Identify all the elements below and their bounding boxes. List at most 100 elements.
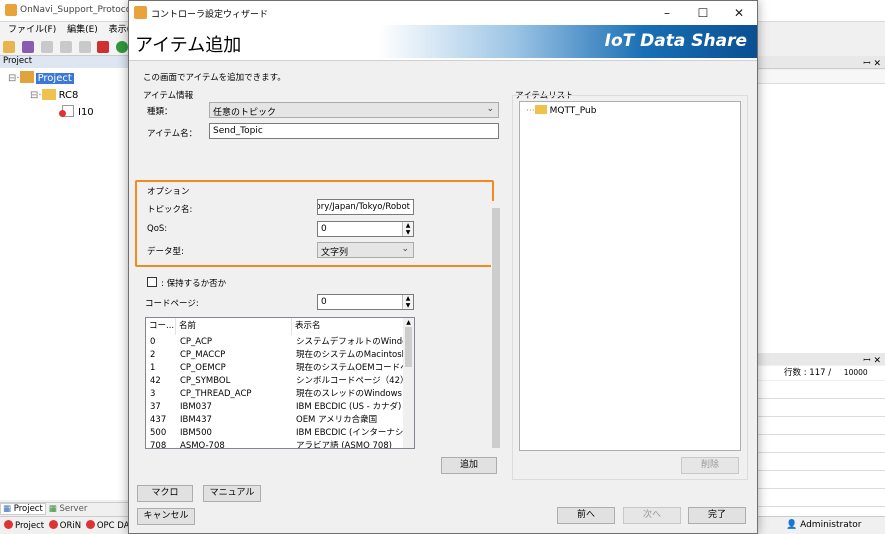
display-name-cell: IBM EBCDIC (US - カナダ) xyxy=(296,402,402,412)
panel-pin-close-icons[interactable]: ꟷ ✕ xyxy=(758,56,885,69)
options-scroll-thumb[interactable] xyxy=(492,208,500,448)
tree-node-i10[interactable]: I10 xyxy=(59,105,94,118)
table-row[interactable]: 2 CP_MACCP 現在のシステムのMacintoshコ xyxy=(146,349,404,362)
status-error-icon xyxy=(48,520,58,529)
topic-name-input[interactable]: ory/Japan/Tokyo/Robot xyxy=(317,199,414,215)
paste-icon[interactable] xyxy=(59,41,72,53)
app-toolbar xyxy=(0,38,140,56)
panel2-pin-close-icons[interactable]: ꟷ ✕ xyxy=(758,353,885,366)
menu-file[interactable]: ファイル(F) xyxy=(8,25,56,35)
display-name-cell: 現在のシステムのMacintoshコ xyxy=(296,350,404,360)
folder-icon xyxy=(41,89,56,100)
controller-wizard-dialog: コントローラ設定ウィザード – ☐ ✕ IoT Data Share アイテム追… xyxy=(128,0,758,534)
code-cell: 3 xyxy=(150,389,156,399)
codepage-stepper[interactable]: 0 ▲ ▼ xyxy=(317,294,414,310)
macro-button[interactable]: マクロ xyxy=(137,485,193,502)
save-icon[interactable] xyxy=(21,41,34,53)
device-icon xyxy=(59,105,74,117)
add-button[interactable]: 追加 xyxy=(441,457,497,474)
stop-icon[interactable] xyxy=(97,41,110,53)
page-description: この画面でアイテムを追加できます。 xyxy=(143,73,286,83)
user-icon: 👤 xyxy=(786,520,798,530)
type-select[interactable]: 任意のトピック ⌄ xyxy=(209,102,499,118)
status-error-icon xyxy=(4,520,13,529)
chevron-down-icon: ⌄ xyxy=(486,104,494,114)
data-type-select[interactable]: 文字列 ⌄ xyxy=(317,242,414,258)
table-row[interactable]: 708 ASMO-708 アラビア語 (ASMO 708) xyxy=(146,440,404,449)
tab-server[interactable]: ▦ Server xyxy=(49,504,88,514)
item-name-label: アイテム名： xyxy=(147,129,198,139)
status-error-icon xyxy=(85,520,95,529)
scroll-thumb xyxy=(405,327,412,367)
folder-icon xyxy=(534,105,547,114)
data-type-label: データ型: xyxy=(147,247,184,257)
dialog-title-bar: コントローラ設定ウィザード – ☐ ✕ xyxy=(129,1,757,25)
display-name-cell: 現在のシステムOEMコードペー xyxy=(296,363,404,373)
name-cell: IBM037 xyxy=(180,402,212,412)
finish-button[interactable]: 完了 xyxy=(688,507,746,524)
chevron-down-icon: ⌄ xyxy=(401,244,409,254)
table-row[interactable]: 437 IBM437 OEM アメリカ合衆国 xyxy=(146,414,404,427)
tab-project[interactable]: ▦ Project xyxy=(0,503,46,515)
display-name-cell: IBM EBCDIC (インターナショ xyxy=(296,428,404,438)
minimize-icon[interactable]: – xyxy=(649,1,685,25)
code-cell: 1 xyxy=(150,363,156,373)
column-header-display-name[interactable]: 表示名 xyxy=(292,318,404,335)
delete-icon[interactable] xyxy=(78,41,91,53)
code-cell: 37 xyxy=(150,402,161,412)
table-row[interactable]: 0 CP_ACP システムデフォルトのWindows xyxy=(146,336,404,349)
panel-toolbar xyxy=(758,70,885,84)
project-icon xyxy=(19,71,34,83)
manual-button[interactable]: マニュアル xyxy=(203,485,261,502)
column-header-name[interactable]: 名前 xyxy=(176,318,292,335)
retain-label: : 保持するか否か xyxy=(161,279,227,289)
code-cell: 437 xyxy=(150,415,167,425)
bottom-tabs: ▦ Project ▦ Server xyxy=(0,502,135,516)
table-row[interactable]: 37 IBM037 IBM EBCDIC (US - カナダ) xyxy=(146,401,404,414)
delete-button[interactable]: 削除 xyxy=(681,457,739,474)
codepage-table[interactable]: コー... 名前 表示名 0 CP_ACP システムデフォルトのWindows 2 CP… xyxy=(145,317,415,449)
open-icon[interactable] xyxy=(3,41,15,53)
code-cell: 42 xyxy=(150,376,161,386)
prev-button[interactable]: 前へ xyxy=(557,507,615,524)
scroll-up-icon: ▲ xyxy=(406,319,411,326)
table-row[interactable]: 3 CP_THREAD_ACP 現在のスレッドのWindows AN xyxy=(146,388,404,401)
table-scrollbar[interactable]: ▲ xyxy=(403,318,414,448)
name-cell: IBM500 xyxy=(180,428,212,438)
type-label: 種類： xyxy=(147,107,173,117)
table-row[interactable]: 1 CP_OEMCP 現在のシステムOEMコードペー xyxy=(146,362,404,375)
retain-checkbox[interactable] xyxy=(147,277,157,287)
run-icon[interactable] xyxy=(116,41,129,53)
maximize-icon[interactable]: ☐ xyxy=(685,1,721,25)
right-panel: ꟷ ✕ ꟷ ✕ 行数 : 117 / 10000 xyxy=(758,56,885,534)
cancel-button[interactable]: キャンセル xyxy=(137,508,195,525)
table-row[interactable]: 500 IBM500 IBM EBCDIC (インターナショ xyxy=(146,427,404,440)
codepage-label: コードページ: xyxy=(145,299,199,309)
project-pane-header: Project xyxy=(0,56,135,68)
copy-icon[interactable] xyxy=(40,41,53,53)
options-group-label: オプション xyxy=(147,187,190,197)
next-button[interactable]: 次へ xyxy=(623,507,681,524)
menu-edit[interactable]: 編集(E) xyxy=(67,25,98,35)
app-icon xyxy=(5,4,17,16)
spin-arrows-icon: ▲ ▼ xyxy=(402,222,413,236)
log-rows xyxy=(758,381,885,516)
tree-node-rc8[interactable]: ⊟· RC8 xyxy=(30,89,78,101)
item-list-tree[interactable]: ··· MQTT_Pub xyxy=(519,101,741,451)
panel-upper-area xyxy=(758,84,885,354)
close-icon[interactable]: ✕ xyxy=(721,1,757,25)
item-list-entry[interactable]: ··· MQTT_Pub xyxy=(526,105,596,116)
name-cell: CP_OEMCP xyxy=(180,363,226,373)
qos-label: QoS: xyxy=(147,224,168,234)
name-cell: CP_THREAD_ACP xyxy=(180,389,252,399)
header-divider xyxy=(129,60,757,61)
item-name-input[interactable]: Send_Topic xyxy=(209,123,499,139)
name-cell: ASMO-708 xyxy=(180,441,225,449)
code-cell: 0 xyxy=(150,337,156,347)
display-name-cell: 現在のスレッドのWindows AN xyxy=(296,389,404,399)
table-row[interactable]: 42 CP_SYMBOL シンボルコードページ（42） xyxy=(146,375,404,388)
qos-stepper[interactable]: 0 ▲ ▼ xyxy=(317,221,414,237)
status-user: 👤 Administrator xyxy=(786,520,862,530)
column-header-code[interactable]: コー... xyxy=(146,318,176,335)
tree-node-project[interactable]: ⊟· Project xyxy=(8,71,74,84)
